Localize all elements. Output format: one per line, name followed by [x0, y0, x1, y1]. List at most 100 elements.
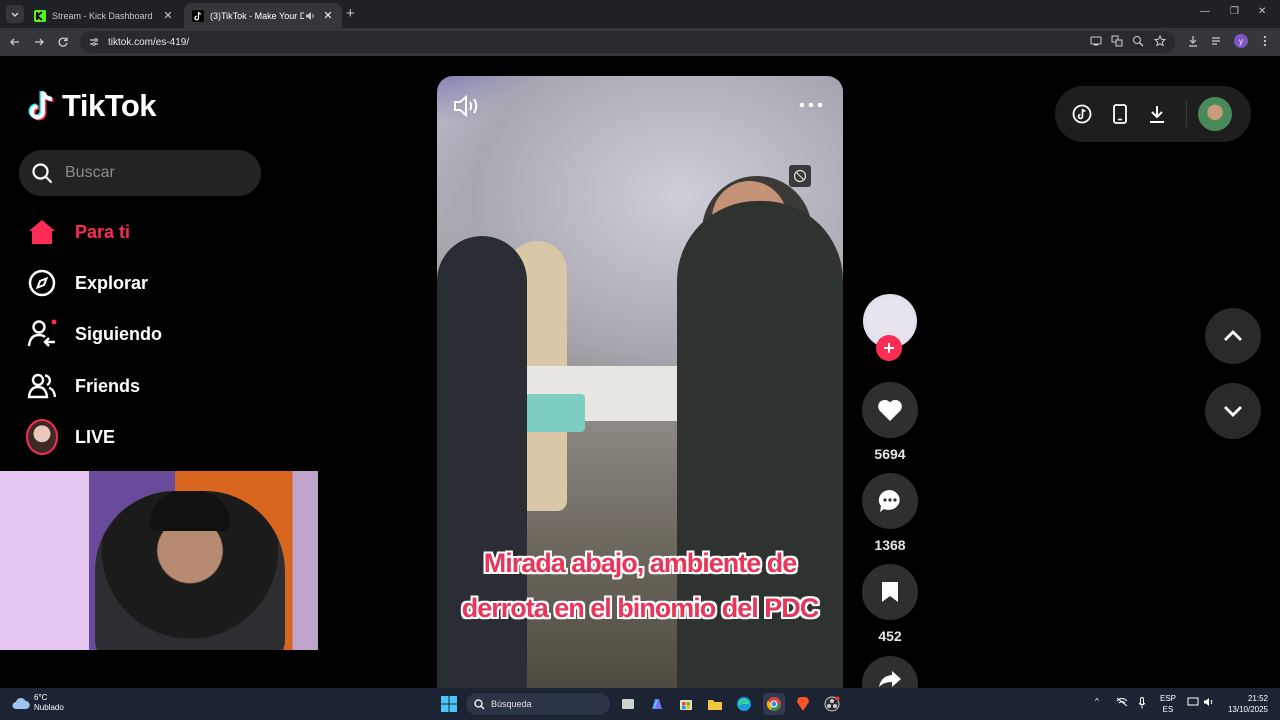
- follow-button[interactable]: [876, 335, 902, 361]
- back-button[interactable]: [6, 33, 24, 51]
- restore-icon[interactable]: ❐: [1230, 6, 1239, 17]
- search-icon: [474, 698, 485, 709]
- minimize-icon[interactable]: —: [1200, 6, 1210, 17]
- clock-date: 13/10/2025: [1227, 705, 1268, 714]
- tab-title: Stream - Kick Dashboard: [52, 10, 153, 21]
- lang-top: ESP: [1160, 694, 1177, 703]
- browser-toolbar: tiktok.com/es-419/ y: [0, 28, 1280, 56]
- chevron-down-icon: [11, 12, 19, 17]
- language-indicator[interactable]: ESP ES: [1160, 693, 1176, 715]
- taskbar-search[interactable]: Búsqueda: [466, 693, 610, 715]
- site-info-icon[interactable]: [88, 36, 100, 48]
- next-video-button[interactable]: [1205, 383, 1261, 439]
- chrome-icon[interactable]: [763, 693, 785, 715]
- nav-live[interactable]: LIVE: [26, 417, 115, 457]
- tiktok-page: TikTok Para ti Explorar Siguiendo Friend…: [0, 56, 1280, 688]
- bookmark-star-icon[interactable]: [1152, 33, 1168, 49]
- top-right-toolbar: [1055, 86, 1251, 142]
- nav-friends[interactable]: Friends: [26, 366, 140, 406]
- tiktok-icon: [192, 9, 204, 22]
- chevron-down-icon: [1224, 406, 1242, 417]
- chevron-up-icon: [1224, 330, 1242, 341]
- download-icon[interactable]: [1185, 33, 1201, 49]
- video-caption-line2: derrota en el binomio del PDC: [461, 593, 820, 623]
- zoom-icon[interactable]: [1130, 33, 1146, 49]
- video-player[interactable]: Mirada abajo, ambiente de derrota en el …: [437, 76, 843, 688]
- like-button[interactable]: [862, 382, 918, 438]
- webcam-overlay: [0, 471, 318, 650]
- compass-icon: [26, 267, 58, 299]
- close-tab-icon[interactable]: ✕: [322, 9, 334, 22]
- video-caption-line1: Mirada abajo, ambiente de: [483, 548, 798, 578]
- reload-button[interactable]: [54, 33, 72, 51]
- tiktok-logo-icon: [28, 90, 54, 121]
- share-button[interactable]: [862, 656, 918, 688]
- volume-icon: [454, 94, 478, 118]
- save-button[interactable]: [862, 564, 918, 620]
- tab-kick-dashboard[interactable]: Stream - Kick Dashboard ✕: [26, 3, 182, 28]
- url-text: tiktok.com/es-419/: [108, 36, 190, 48]
- address-bar[interactable]: tiktok.com/es-419/: [80, 31, 1175, 53]
- cast-icon[interactable]: [1088, 33, 1104, 49]
- download-app-icon[interactable]: [1145, 102, 1169, 126]
- start-button[interactable]: [438, 693, 460, 715]
- tiktok-logo[interactable]: TikTok: [28, 88, 157, 124]
- home-icon: [26, 216, 58, 248]
- previous-video-button[interactable]: [1205, 308, 1261, 364]
- search-icon: [32, 163, 53, 184]
- taskbar-search-label: Búsqueda: [491, 699, 532, 709]
- weather-widget[interactable]: 6°C Nublado: [12, 693, 64, 713]
- share-icon: [879, 671, 901, 687]
- copilot-icon[interactable]: [646, 693, 668, 715]
- comment-icon: [878, 489, 900, 512]
- edge-icon[interactable]: [733, 693, 755, 715]
- new-tab-button[interactable]: +: [346, 5, 355, 22]
- brave-icon[interactable]: [792, 693, 814, 715]
- tray-network-off-icon[interactable]: [1116, 697, 1128, 707]
- task-view-icon[interactable]: [617, 693, 639, 715]
- nav-explorar[interactable]: Explorar: [26, 263, 148, 303]
- nav-label: Friends: [75, 375, 141, 396]
- windows-icon: [441, 696, 457, 712]
- logo-text: TikTok: [62, 88, 157, 123]
- comment-button[interactable]: [862, 473, 918, 529]
- search-bar[interactable]: [19, 150, 261, 196]
- tray-expand-icon[interactable]: ^: [1095, 697, 1099, 706]
- volume-button[interactable]: [453, 94, 481, 118]
- bookmark-icon: [882, 582, 898, 602]
- file-explorer-icon[interactable]: [704, 693, 726, 715]
- reload-icon: [58, 37, 68, 47]
- user-profile-avatar[interactable]: [1198, 97, 1232, 131]
- tab-search-button[interactable]: [6, 5, 24, 23]
- friends-icon: [26, 370, 58, 402]
- kick-icon: [34, 9, 46, 22]
- close-window-icon[interactable]: ✕: [1258, 6, 1266, 17]
- obs-icon[interactable]: [821, 693, 843, 715]
- live-avatar: [26, 419, 58, 455]
- microphone-icon[interactable]: [1138, 697, 1146, 709]
- media-control-icon[interactable]: [1209, 33, 1225, 49]
- forward-button[interactable]: [30, 33, 48, 51]
- system-clock[interactable]: 21:52 13/10/2025: [1224, 693, 1268, 715]
- nav-label: Explorar: [75, 272, 149, 293]
- volume-tray-icon[interactable]: [1203, 697, 1215, 707]
- arrow-right-icon: [35, 38, 44, 46]
- clock-time: 21:52: [1247, 694, 1268, 703]
- profile-avatar[interactable]: y: [1233, 33, 1249, 49]
- translate-icon[interactable]: [1109, 33, 1125, 49]
- like-count: 5694: [874, 446, 906, 462]
- close-tab-icon[interactable]: ✕: [162, 9, 174, 22]
- store-icon[interactable]: [675, 693, 697, 715]
- nav-siguiendo[interactable]: Siguiendo: [26, 314, 162, 354]
- weather-desc: Nublado: [34, 703, 64, 712]
- display-icon[interactable]: [1187, 697, 1199, 707]
- nav-para-ti[interactable]: Para ti: [26, 212, 130, 252]
- get-app-icon[interactable]: [1108, 102, 1132, 126]
- tiktok-coin-icon[interactable]: [1070, 102, 1094, 126]
- weather-temp: 6°C: [34, 693, 48, 702]
- more-options-button[interactable]: [799, 102, 823, 108]
- speaker-icon[interactable]: [304, 10, 316, 22]
- browser-menu-icon[interactable]: [1257, 33, 1273, 49]
- tab-tiktok[interactable]: (3)TikTok - Make Your Day ✕: [184, 3, 342, 28]
- search-input[interactable]: [65, 164, 245, 182]
